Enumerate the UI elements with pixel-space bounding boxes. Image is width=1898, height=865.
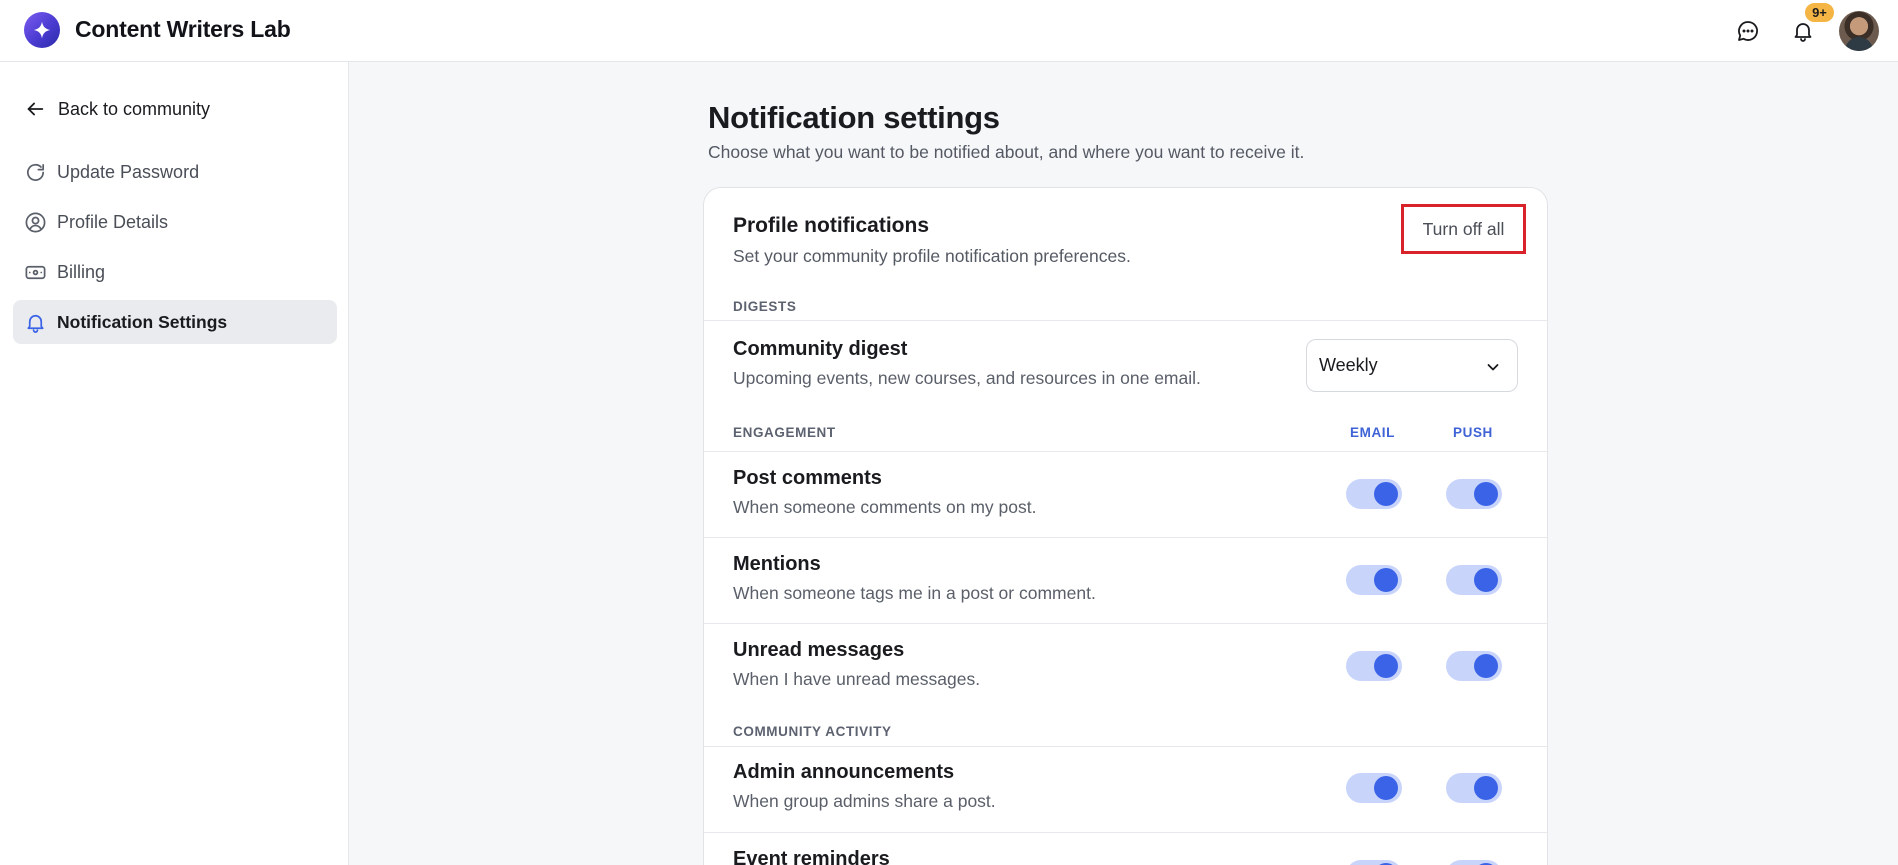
sidebar-item-update-password[interactable]: Update Password <box>13 150 337 194</box>
divider <box>704 623 1547 624</box>
unread-messages-title: Unread messages <box>733 639 905 661</box>
column-label-push: PUSH <box>1453 425 1493 440</box>
user-circle-icon <box>25 212 46 232</box>
admin-announcements-desc: When group admins share a post. <box>733 791 996 811</box>
chevron-down-icon <box>1487 364 1499 371</box>
event-reminders-title: Event reminders <box>733 848 890 865</box>
page-title: Notification settings <box>708 100 1000 135</box>
post-comments-email-toggle[interactable] <box>1346 479 1402 509</box>
app-title[interactable]: Content Writers Lab <box>75 16 291 43</box>
arrow-left-icon <box>27 102 44 116</box>
section-label-digests: DIGESTS <box>733 299 797 314</box>
back-to-community-link[interactable]: Back to community <box>24 94 210 124</box>
mentions-title: Mentions <box>733 553 821 575</box>
post-comments-desc: When someone comments on my post. <box>733 497 1037 517</box>
refresh-icon <box>26 163 45 181</box>
unread-messages-email-toggle[interactable] <box>1346 651 1402 681</box>
digest-frequency-select[interactable]: Weekly <box>1306 339 1518 392</box>
column-label-email: EMAIL <box>1350 425 1395 440</box>
sidebar-item-profile-details[interactable]: Profile Details <box>13 200 337 244</box>
mentions-push-toggle[interactable] <box>1446 565 1502 595</box>
notification-count-badge: 9+ <box>1803 1 1836 24</box>
chat-icon[interactable] <box>1731 14 1765 48</box>
community-digest-title: Community digest <box>733 338 908 360</box>
divider <box>704 451 1547 452</box>
admin-announcements-push-toggle[interactable] <box>1446 773 1502 803</box>
post-comments-title: Post comments <box>733 467 882 489</box>
sidebar-item-label: Billing <box>57 261 106 282</box>
unread-messages-push-toggle[interactable] <box>1446 651 1502 681</box>
card-subtitle: Set your community profile notification … <box>733 246 1131 266</box>
admin-announcements-email-toggle[interactable] <box>1346 773 1402 803</box>
mentions-email-toggle[interactable] <box>1346 565 1402 595</box>
digest-frequency-value: Weekly <box>1319 355 1378 375</box>
divider <box>704 832 1547 833</box>
divider <box>704 746 1547 747</box>
card-title: Profile notifications <box>733 214 930 237</box>
sparkle-icon <box>33 21 51 39</box>
divider <box>704 537 1547 538</box>
avatar[interactable] <box>1839 11 1879 51</box>
unread-messages-desc: When I have unread messages. <box>733 669 981 689</box>
sidebar-item-billing[interactable]: Billing <box>13 250 337 294</box>
back-label: Back to community <box>58 98 211 119</box>
settings-sidebar: Back to community Update Password Profil… <box>0 62 349 865</box>
sidebar-item-label: Notification Settings <box>57 311 228 332</box>
app-logo-icon[interactable] <box>24 12 60 48</box>
billing-icon <box>25 265 46 279</box>
profile-notifications-card: Profile notifications Set your community… <box>703 187 1548 865</box>
community-digest-desc: Upcoming events, new courses, and resour… <box>733 368 1201 388</box>
admin-announcements-title: Admin announcements <box>733 761 955 783</box>
mentions-desc: When someone tags me in a post or commen… <box>733 583 1096 603</box>
turn-off-all-button[interactable]: Turn off all <box>1401 204 1526 254</box>
sidebar-item-notification-settings[interactable]: Notification Settings <box>13 300 337 344</box>
top-bar: Content Writers Lab 9+ <box>0 0 1898 62</box>
sidebar-item-label: Profile Details <box>57 211 169 232</box>
section-label-community-activity: COMMUNITY ACTIVITY <box>733 724 892 739</box>
post-comments-push-toggle[interactable] <box>1446 479 1502 509</box>
divider <box>704 320 1547 321</box>
event-reminders-push-toggle[interactable] <box>1446 860 1502 865</box>
bell-icon <box>27 314 44 333</box>
sidebar-item-label: Update Password <box>57 161 200 182</box>
event-reminders-email-toggle[interactable] <box>1346 860 1402 865</box>
page-subtitle: Choose what you want to be notified abou… <box>708 142 1305 162</box>
section-label-engagement: ENGAGEMENT <box>733 425 836 440</box>
